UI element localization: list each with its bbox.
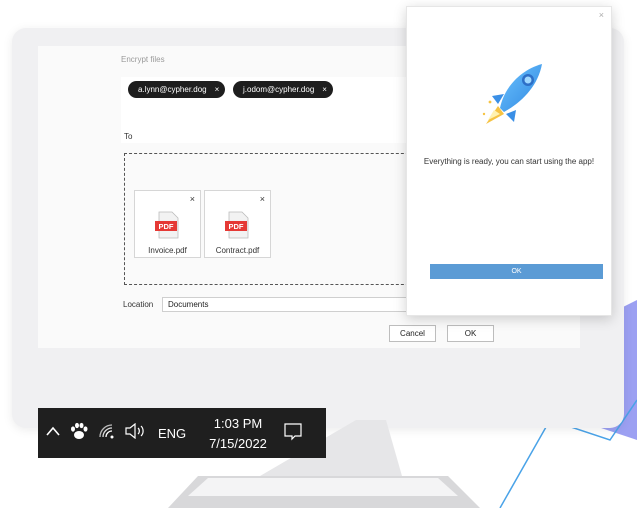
remove-recipient-icon[interactable]: × (215, 85, 220, 94)
location-label: Location (123, 300, 154, 309)
svg-text:PDF: PDF (159, 222, 174, 231)
remove-file-icon[interactable]: × (260, 194, 265, 204)
recipient-chip[interactable]: j.odom@cypher.dog × (233, 81, 333, 98)
file-card-contract[interactable]: × PDF Contract.pdf (204, 190, 271, 258)
pdf-file-icon: PDF (225, 211, 249, 239)
wifi-icon[interactable] (98, 423, 116, 439)
dialog-title: Encrypt files (121, 55, 165, 64)
close-icon[interactable]: × (599, 10, 604, 20)
rocket-icon (482, 64, 542, 124)
file-card-invoice[interactable]: × PDF Invoice.pdf (134, 190, 201, 258)
to-label: To (124, 132, 133, 141)
speaker-icon[interactable] (124, 423, 146, 439)
file-name: Contract.pdf (215, 246, 260, 255)
location-input[interactable]: Documents (162, 297, 412, 312)
notification-icon[interactable] (284, 423, 302, 441)
ok-button[interactable]: OK (447, 325, 494, 342)
pdf-file-icon: PDF (155, 211, 179, 239)
clock-date: 7/15/2022 (209, 436, 267, 451)
svg-text:PDF: PDF (229, 222, 244, 231)
recipient-email: a.lynn@cypher.dog (138, 85, 207, 94)
clock-time: 1:03 PM (213, 416, 263, 431)
recipient-chip[interactable]: a.lynn@cypher.dog × (128, 81, 226, 98)
file-name: Invoice.pdf (148, 246, 187, 255)
popup-ok-button[interactable]: OK (430, 264, 603, 279)
remove-file-icon[interactable]: × (190, 194, 195, 204)
language-indicator[interactable]: ENG (158, 426, 186, 441)
popup-message: Everything is ready, you can start using… (423, 157, 595, 166)
monitor-stand-base (168, 476, 480, 508)
paw-icon[interactable] (69, 421, 89, 441)
taskbar: ENG 1:03 PM 7/15/2022 (38, 408, 326, 458)
chevron-up-icon[interactable] (46, 426, 60, 436)
clock[interactable]: 1:03 PM 7/15/2022 (207, 414, 269, 454)
recipient-email: j.odom@cypher.dog (243, 85, 315, 94)
cancel-button[interactable]: Cancel (389, 325, 436, 342)
remove-recipient-icon[interactable]: × (322, 85, 327, 94)
